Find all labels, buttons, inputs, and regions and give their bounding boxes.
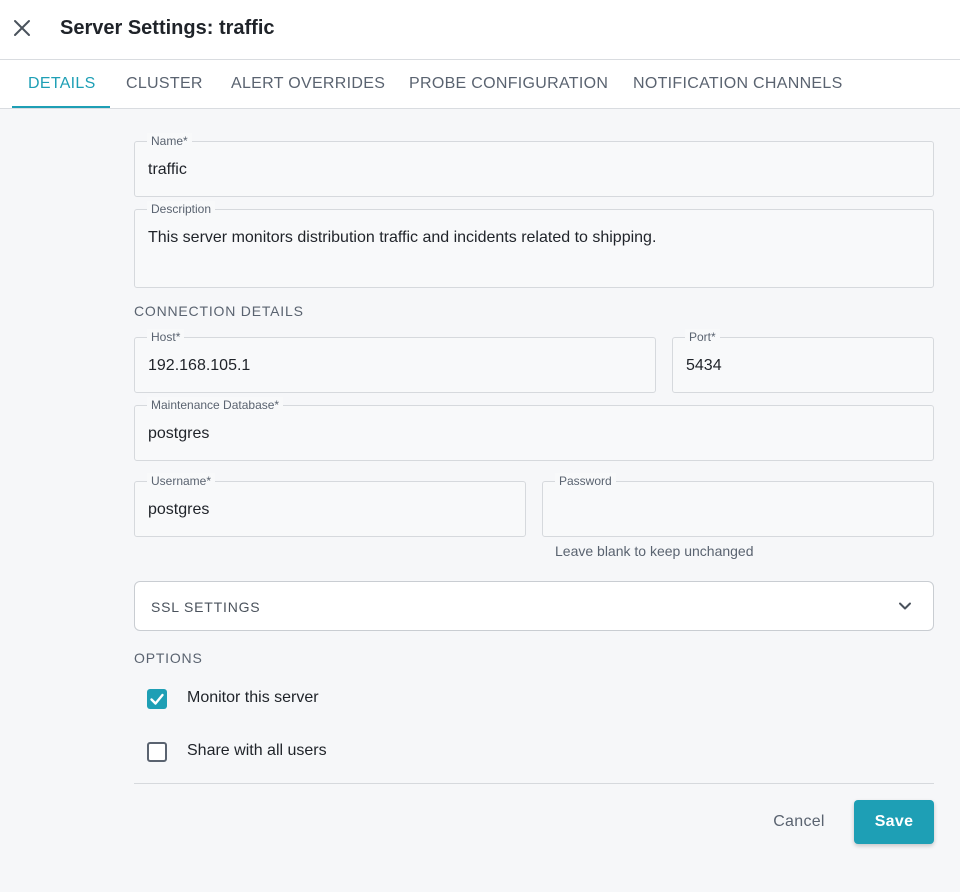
cancel-button[interactable]: Cancel (760, 810, 838, 834)
save-button[interactable]: Save (854, 800, 934, 844)
port-field-label: Port* (685, 329, 720, 345)
page-title: Server Settings: traffic (60, 17, 275, 39)
close-icon[interactable] (10, 16, 34, 40)
username-field[interactable]: Username* postgres (134, 473, 526, 537)
monitor-server-label[interactable]: Monitor this server (187, 688, 319, 708)
maintenance-database-field[interactable]: Maintenance Database* postgres (134, 397, 934, 461)
password-field-label: Password (555, 473, 616, 489)
tab-notification-channels[interactable]: NOTIFICATION CHANNELS (633, 60, 843, 108)
password-helper-text: Leave blank to keep unchanged (555, 543, 754, 559)
tab-probe-configuration[interactable]: PROBE CONFIGURATION (409, 60, 608, 108)
chevron-down-icon (897, 598, 913, 614)
active-tab-indicator (12, 106, 110, 108)
host-field-value: 192.168.105.1 (148, 357, 251, 374)
name-field[interactable]: Name* traffic (134, 133, 934, 197)
tab-bar: DETAILS CLUSTER ALERT OVERRIDES PROBE CO… (0, 60, 960, 109)
ssl-settings-accordion[interactable]: SSL SETTINGS (134, 581, 934, 631)
description-field-value: This server monitors distribution traffi… (148, 229, 657, 246)
options-heading: OPTIONS (134, 650, 203, 666)
tab-alert-overrides[interactable]: ALERT OVERRIDES (231, 60, 385, 108)
port-field-value: 5434 (686, 357, 722, 374)
monitor-server-checkbox[interactable] (147, 689, 167, 709)
tab-cluster[interactable]: CLUSTER (126, 60, 203, 108)
maintenance-database-field-value: postgres (148, 425, 210, 442)
name-field-label: Name* (147, 133, 192, 149)
host-field[interactable]: Host* 192.168.105.1 (134, 329, 656, 393)
username-field-value: postgres (148, 501, 210, 518)
username-field-label: Username* (147, 473, 216, 489)
description-field-label: Description (147, 201, 216, 217)
password-field[interactable]: Password (542, 473, 934, 537)
footer-divider (134, 783, 934, 784)
description-field[interactable]: Description This server monitors distrib… (134, 201, 934, 288)
share-all-users-checkbox[interactable] (147, 742, 167, 762)
port-field[interactable]: Port* 5434 (672, 329, 934, 393)
maintenance-database-field-label: Maintenance Database* (147, 397, 284, 413)
share-all-users-label[interactable]: Share with all users (187, 741, 327, 761)
host-field-label: Host* (147, 329, 185, 345)
checkmark-icon (150, 693, 164, 705)
page-header: Server Settings: traffic (0, 0, 960, 60)
tab-details[interactable]: DETAILS (28, 60, 96, 108)
connection-details-heading: CONNECTION DETAILS (134, 303, 304, 319)
ssl-settings-label: SSL SETTINGS (151, 599, 261, 615)
name-field-value: traffic (148, 161, 187, 178)
